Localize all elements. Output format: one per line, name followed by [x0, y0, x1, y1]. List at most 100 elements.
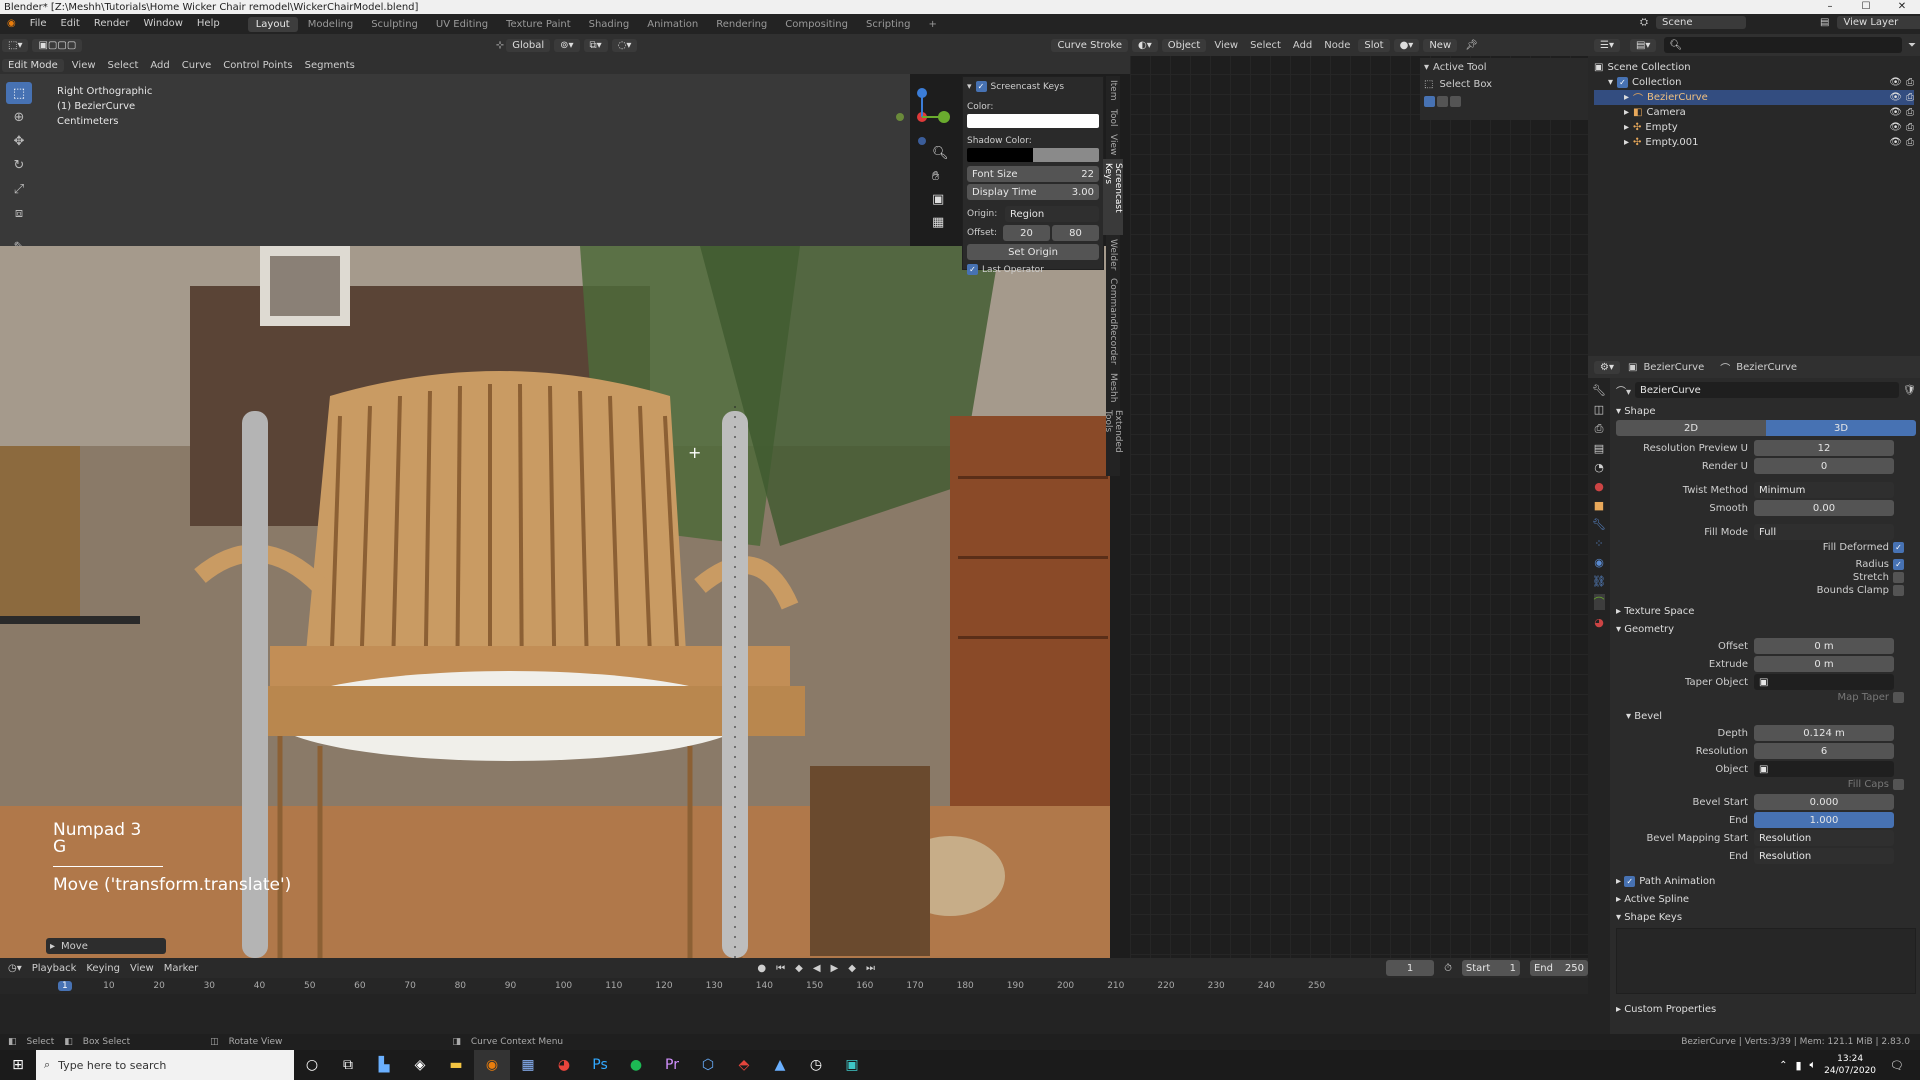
eye-icon[interactable]: 👁︎ — [1889, 137, 1902, 148]
photos-icon[interactable]: ▲ — [762, 1050, 798, 1080]
fill-caps-checkbox[interactable] — [1893, 779, 1904, 790]
font-size-field[interactable]: Font Size 22 — [967, 166, 1099, 182]
file-explorer-icon[interactable]: ▬ — [438, 1050, 474, 1080]
blender-logo-icon[interactable]: ◉ — [0, 14, 23, 34]
play-reverse-icon[interactable]: ◀ — [813, 963, 821, 974]
current-frame-field[interactable]: 1 — [1385, 960, 1435, 976]
object-tab-icon[interactable]: ■ — [1594, 499, 1604, 512]
windows-start-icon[interactable]: ⊞ — [0, 1050, 36, 1080]
twist-method-dropdown[interactable]: Minimum — [1754, 482, 1894, 498]
acrobat-icon[interactable]: ⬘ — [726, 1050, 762, 1080]
scene-tab-icon[interactable]: ◔ — [1594, 461, 1604, 474]
notifications-icon[interactable]: 🗨︎ — [1890, 1059, 1904, 1072]
filter-icon[interactable]: ⏷ — [1908, 40, 1916, 51]
tab-layout[interactable]: Layout — [247, 16, 298, 32]
transform-orientation[interactable]: Global — [506, 38, 551, 52]
stretch-checkbox[interactable] — [1893, 572, 1904, 583]
fake-user-icon[interactable]: 🛡︎ — [1903, 385, 1916, 396]
outliner-type-icon[interactable]: ☰▾ — [1594, 38, 1620, 52]
offset-y-field[interactable]: 80 — [1052, 225, 1099, 241]
extrude-field[interactable]: 0 m — [1754, 656, 1894, 672]
network-icon[interactable]: ▮ — [1795, 1059, 1801, 1072]
menu-keying[interactable]: Keying — [86, 963, 120, 974]
vp-menu-segments[interactable]: Segments — [299, 60, 361, 71]
menu-window[interactable]: Window — [136, 14, 189, 34]
bevel-end-field[interactable]: 1.000 — [1754, 812, 1894, 828]
next-keyframe-icon[interactable]: ◆ — [848, 963, 856, 974]
select-mode-subtract-icon[interactable] — [1450, 96, 1461, 107]
world-tab-icon[interactable]: ● — [1594, 480, 1604, 493]
dimensions-2d-button[interactable]: 2D — [1616, 420, 1766, 436]
shape-section-header[interactable]: ▾ Shape — [1616, 402, 1916, 420]
outliner-row-camera[interactable]: ▸ ◧ Camera 👁︎ ⎙ — [1594, 105, 1914, 120]
premiere-icon[interactable]: Pr — [654, 1050, 690, 1080]
sidebar-tab-screencast[interactable]: Screencast Keys — [1103, 159, 1123, 235]
vp-menu-select[interactable]: Select — [102, 60, 145, 71]
prev-keyframe-icon[interactable]: ◆ — [795, 963, 803, 974]
last-operator-panel[interactable]: ▸ Move — [46, 938, 166, 954]
mode-dropdown[interactable]: Edit Mode — [2, 58, 64, 72]
record-icon[interactable]: ● — [757, 963, 766, 974]
bounds-clamp-checkbox[interactable] — [1893, 585, 1904, 596]
eye-icon[interactable]: 👁︎ — [1889, 77, 1902, 88]
menu-help[interactable]: Help — [190, 14, 227, 34]
menu-file[interactable]: File — [23, 14, 54, 34]
particles-tab-icon[interactable]: ⁘ — [1594, 537, 1603, 550]
sidebar-tab-view[interactable]: View — [1108, 130, 1118, 159]
eye-icon[interactable]: 👁︎ — [1889, 107, 1902, 118]
bevel-object-field[interactable]: ▣ — [1754, 761, 1894, 777]
taper-object-field[interactable]: ▣ — [1754, 674, 1894, 690]
shadow-color-swatch[interactable] — [967, 148, 1099, 162]
render-u-field[interactable]: 0 — [1754, 458, 1894, 474]
rotate-tool-icon[interactable]: ↻ — [6, 154, 32, 176]
select-mode-new-icon[interactable] — [1424, 96, 1435, 107]
calculator-icon[interactable]: ▦ — [510, 1050, 546, 1080]
resolution-field[interactable]: 6 — [1754, 743, 1894, 759]
editor-type-icon[interactable]: ⬚▾ — [2, 38, 29, 52]
outliner-row-empty-001[interactable]: ▸ ✣ Empty.001 👁︎ ⎙ — [1594, 135, 1914, 150]
outliner-row-beziercurve[interactable]: ▸ ⌒ BezierCurve 👁︎ ⎙ — [1594, 90, 1914, 105]
material-icon[interactable]: ●▾ — [1393, 38, 1420, 52]
material-tab-icon[interactable]: ◕ — [1594, 616, 1604, 629]
camera-icon[interactable]: ⎙ — [1906, 137, 1914, 148]
view-layer-selector[interactable]: View Layer — [1837, 16, 1920, 29]
properties-type-icon[interactable]: ⚙▾ — [1594, 360, 1620, 374]
camera-icon[interactable]: ⎙ — [1906, 122, 1914, 133]
node-menu-view[interactable]: View — [1208, 40, 1244, 51]
taskbar-search[interactable]: ⌕ Type here to search — [36, 1050, 294, 1080]
blender-taskbar-icon[interactable]: ◉ — [474, 1050, 510, 1080]
timeline-track-area[interactable] — [0, 994, 1588, 1034]
depth-field[interactable]: 0.124 m — [1754, 725, 1894, 741]
tab-texture-paint[interactable]: Texture Paint — [498, 17, 579, 32]
select-mode-icons[interactable]: ▣▢▢▢ — [32, 38, 83, 52]
menu-marker[interactable]: Marker — [164, 963, 199, 974]
tab-uv-editing[interactable]: UV Editing — [428, 17, 496, 32]
bevel-mapping-end-dropdown[interactable]: Resolution — [1754, 848, 1894, 864]
sidebar-tab-commandrecorder[interactable]: CommandRecorder — [1108, 274, 1118, 369]
node-editor-area[interactable] — [1130, 34, 1588, 958]
eye-icon[interactable]: 👁︎ — [1889, 92, 1902, 103]
cursor-tool-icon[interactable]: ⊕ — [6, 106, 32, 128]
tab-sculpting[interactable]: Sculpting — [363, 17, 426, 32]
cortana-icon[interactable]: ○ — [294, 1050, 330, 1080]
fill-deformed-checkbox[interactable]: ✓ — [1893, 542, 1904, 553]
jump-end-icon[interactable]: ⏭ — [866, 963, 875, 974]
resolution-preview-u-field[interactable]: 12 — [1754, 440, 1894, 456]
taskbar-clock[interactable]: 13:24 24/07/2020 — [1824, 1053, 1876, 1077]
scene-selector[interactable]: Scene — [1656, 16, 1746, 29]
pivot-icon[interactable]: ⊚▾ — [554, 38, 580, 52]
view-layer-tab-icon[interactable]: ▤ — [1594, 442, 1604, 455]
bevel-mapping-start-dropdown[interactable]: Resolution — [1754, 830, 1894, 846]
outliner-row-scene-collection[interactable]: ▣ Scene Collection — [1594, 60, 1914, 75]
select-mode-extend-icon[interactable] — [1437, 96, 1448, 107]
move-tool-icon[interactable]: ✥ — [6, 130, 32, 152]
origin-dropdown[interactable]: Region — [1005, 206, 1099, 222]
app-icon-4[interactable]: ▣ — [834, 1050, 870, 1080]
camera-icon[interactable]: ⎙ — [1906, 107, 1914, 118]
texture-space-section[interactable]: ▸ Texture Space — [1616, 602, 1916, 620]
shape-keys-section[interactable]: ▾ Shape Keys — [1616, 908, 1916, 926]
vp-menu-control-points[interactable]: Control Points — [217, 60, 298, 71]
modifier-tab-icon[interactable]: 🔧︎ — [1592, 518, 1606, 531]
slot-dropdown[interactable]: Slot — [1358, 38, 1390, 52]
ortho-grid-icon[interactable]: ▦ — [932, 215, 949, 230]
